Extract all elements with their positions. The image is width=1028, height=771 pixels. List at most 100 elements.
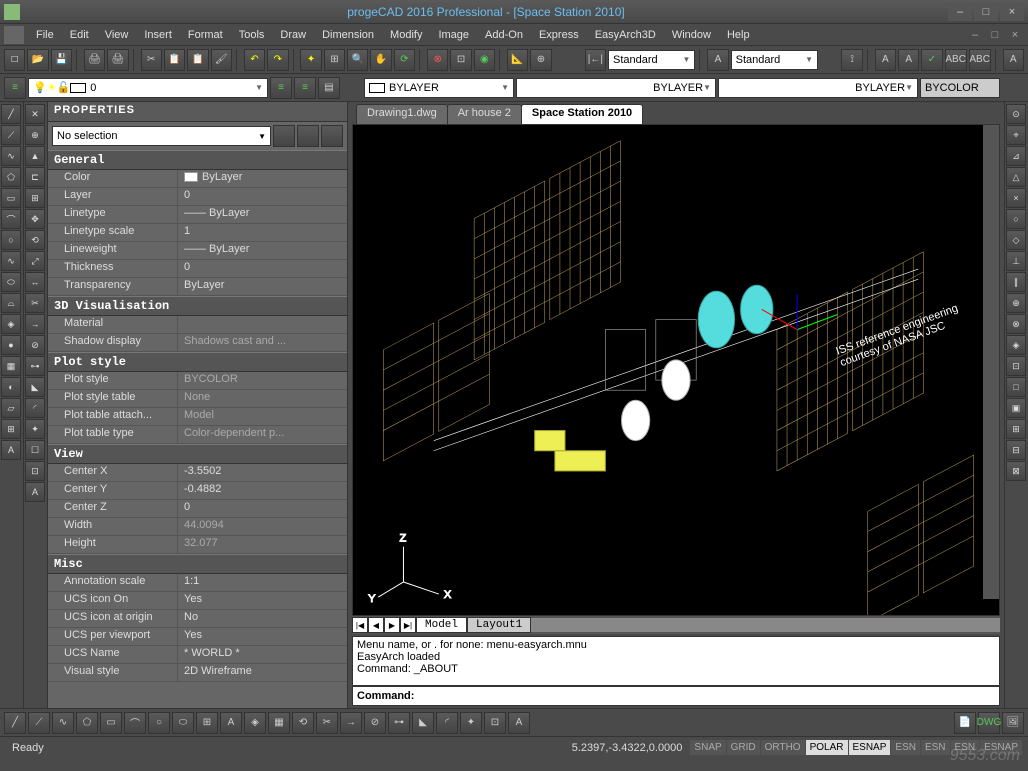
status-toggle-polar[interactable]: POLAR xyxy=(806,740,848,755)
status-toggle-esnap[interactable]: ESNAP xyxy=(849,740,891,755)
prop-value[interactable] xyxy=(178,316,347,333)
snap-q-icon[interactable]: ⊟ xyxy=(1006,440,1026,460)
prop-value[interactable]: 44.0094 xyxy=(178,518,347,535)
pan-button[interactable]: ✋ xyxy=(370,49,391,71)
prop-row[interactable]: Thickness0 xyxy=(48,260,347,278)
prop-row[interactable]: Shadow displayShadows cast and ... xyxy=(48,334,347,352)
prop-row[interactable]: Layer0 xyxy=(48,188,347,206)
next-button[interactable]: ▶ xyxy=(384,617,400,633)
prop-row[interactable]: UCS icon at originNo xyxy=(48,610,347,628)
horizontal-scrollbar[interactable] xyxy=(531,618,1000,632)
btool-19[interactable]: ◜ xyxy=(436,712,458,734)
selection-combo[interactable]: No selection▼ xyxy=(52,126,271,146)
tab-arhouse2[interactable]: Ar house 2 xyxy=(447,104,522,124)
prop-value[interactable]: No xyxy=(178,610,347,627)
snap-f-icon[interactable]: ○ xyxy=(1006,209,1026,229)
prop-value[interactable]: None xyxy=(178,390,347,407)
layer-prev-button[interactable]: ≡ xyxy=(270,77,292,99)
prop-row[interactable]: Plot style tableNone xyxy=(48,390,347,408)
mod-c-icon[interactable]: A xyxy=(25,482,45,502)
layout-tab-model[interactable]: Model xyxy=(416,617,467,633)
menu-window[interactable]: Window xyxy=(664,27,719,43)
prop-value[interactable]: 32.077 xyxy=(178,536,347,553)
gradient-icon[interactable]: ◐ xyxy=(1,377,21,397)
prop-row[interactable]: Center Z0 xyxy=(48,500,347,518)
status-toggle-esn[interactable]: ESN xyxy=(951,740,980,755)
prop-row[interactable]: Material xyxy=(48,316,347,334)
snap-i-icon[interactable]: ∥ xyxy=(1006,272,1026,292)
prop-value[interactable]: Yes xyxy=(178,628,347,645)
prop-row[interactable]: Center X-3.5502 xyxy=(48,464,347,482)
prop-value[interactable]: 0 xyxy=(178,260,347,277)
zoom-button[interactable]: 🔍 xyxy=(347,49,368,71)
btool-2[interactable]: ⟋ xyxy=(28,712,50,734)
mod-a-icon[interactable]: ☐ xyxy=(25,440,45,460)
properties-body[interactable]: GeneralColorByLayerLayer0Linetype—— ByLa… xyxy=(48,150,347,708)
color-combo[interactable]: BYLAYER ▼ xyxy=(364,78,514,98)
snap-o-icon[interactable]: ▣ xyxy=(1006,398,1026,418)
prop-value[interactable]: Model xyxy=(178,408,347,425)
arc-icon[interactable]: ⌒ xyxy=(1,209,21,229)
fillet-icon[interactable]: ◜ xyxy=(25,398,45,418)
props-section-misc[interactable]: Misc xyxy=(48,554,347,574)
snap-r-icon[interactable]: ⊠ xyxy=(1006,461,1026,481)
prop-value[interactable]: ByLayer xyxy=(178,170,347,187)
menu-help[interactable]: Help xyxy=(719,27,758,43)
doc-restore-button[interactable]: □ xyxy=(986,28,1004,42)
mtext-icon[interactable]: A xyxy=(1,440,21,460)
tool-e-button[interactable]: ◉ xyxy=(474,49,495,71)
btool-13[interactable]: ⟲ xyxy=(292,712,314,734)
text-style-button[interactable]: A xyxy=(707,49,728,71)
props-section-3d-visualisation[interactable]: 3D Visualisation xyxy=(48,296,347,316)
ellipsearc-icon[interactable]: ⌓ xyxy=(1,293,21,313)
prop-value[interactable]: -0.4882 xyxy=(178,482,347,499)
menu-addon[interactable]: Add-On xyxy=(477,27,531,43)
btool-14[interactable]: ✂ xyxy=(316,712,338,734)
snap-c-icon[interactable]: ⊿ xyxy=(1006,146,1026,166)
btool-4[interactable]: ⬠ xyxy=(76,712,98,734)
layer-state-button[interactable]: ≡ xyxy=(294,77,316,99)
prop-row[interactable]: Height32.077 xyxy=(48,536,347,554)
command-input[interactable]: Command: xyxy=(352,686,1000,706)
btool-dwg[interactable]: DWG xyxy=(978,712,1000,734)
tab-spacestation[interactable]: Space Station 2010 xyxy=(521,104,643,124)
copy-button[interactable]: 📋 xyxy=(164,49,185,71)
line-icon[interactable]: ╱ xyxy=(1,104,21,124)
prop-value[interactable]: 1 xyxy=(178,224,347,241)
table-icon[interactable]: ⊞ xyxy=(1,419,21,439)
cut-button[interactable]: ✂ xyxy=(141,49,162,71)
prop-row[interactable]: UCS per viewportYes xyxy=(48,628,347,646)
prop-row[interactable]: UCS Name* WORLD * xyxy=(48,646,347,664)
redo-button[interactable]: ↷ xyxy=(267,49,288,71)
menu-icon[interactable] xyxy=(4,26,24,44)
status-toggle-esnap[interactable]: ESNAP xyxy=(980,740,1022,755)
region-icon[interactable]: ▱ xyxy=(1,398,21,418)
btool-7[interactable]: ○ xyxy=(148,712,170,734)
rotate-icon[interactable]: ⟲ xyxy=(25,230,45,250)
ray-icon[interactable]: ⟋ xyxy=(1,125,21,145)
first-button[interactable]: |◀ xyxy=(352,617,368,633)
btool-9[interactable]: ⊞ xyxy=(196,712,218,734)
snap-g-icon[interactable]: ◇ xyxy=(1006,230,1026,250)
explode-icon[interactable]: ✦ xyxy=(25,419,45,439)
prop-row[interactable]: Center Y-0.4882 xyxy=(48,482,347,500)
save-button[interactable]: 💾 xyxy=(51,49,72,71)
prop-row[interactable]: Visual style2D Wireframe xyxy=(48,664,347,682)
close-button[interactable]: × xyxy=(1000,3,1024,21)
prop-row[interactable]: Width44.0094 xyxy=(48,518,347,536)
snap-l-icon[interactable]: ◈ xyxy=(1006,335,1026,355)
textstyle-combo[interactable]: Standard▼ xyxy=(731,50,818,70)
array-icon[interactable]: ⊞ xyxy=(25,188,45,208)
btool-3[interactable]: ∿ xyxy=(52,712,74,734)
prop-value[interactable]: —— ByLayer xyxy=(178,206,347,223)
tool-b-button[interactable]: ⊞ xyxy=(324,49,345,71)
layer-manager-button[interactable]: ≡ xyxy=(4,77,26,99)
block-icon[interactable]: ◈ xyxy=(1,314,21,334)
prop-row[interactable]: ColorByLayer xyxy=(48,170,347,188)
menu-dimension[interactable]: Dimension xyxy=(314,27,382,43)
status-toggle-esn[interactable]: ESN xyxy=(921,740,950,755)
snap-p-icon[interactable]: ⊞ xyxy=(1006,419,1026,439)
btool-8[interactable]: ⬭ xyxy=(172,712,194,734)
prop-value[interactable]: —— ByLayer xyxy=(178,242,347,259)
command-history[interactable]: Menu name, or . for none: menu-easyarch.… xyxy=(352,636,1000,686)
